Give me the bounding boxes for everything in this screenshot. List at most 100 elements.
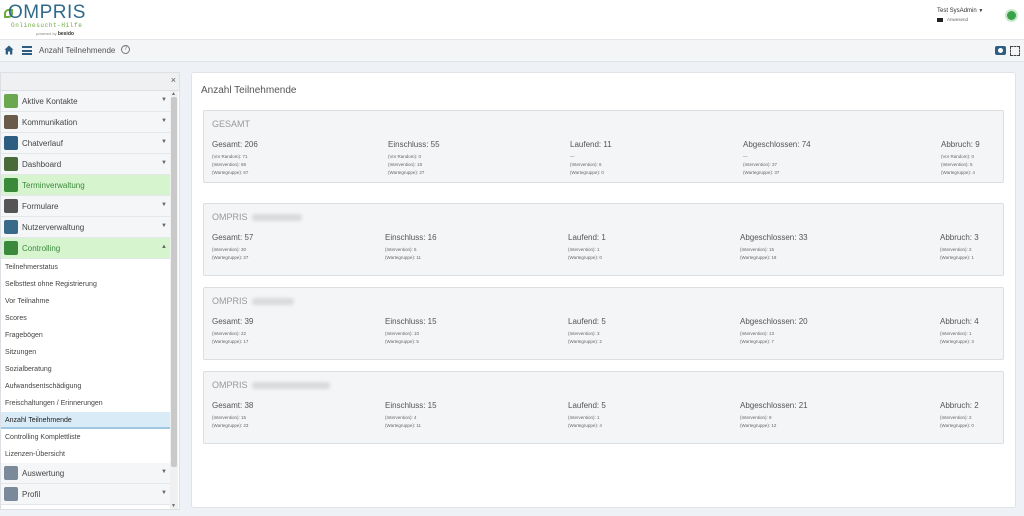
scrollbar-thumb[interactable] (171, 97, 177, 467)
stat-breakdown: (Wartegruppe): 0 (568, 255, 602, 260)
stat-breakdown: (Wartegruppe): 11 (385, 423, 422, 428)
sidebar-subitem[interactable]: Teilnehmerstatus (1, 259, 171, 276)
chevron-down-icon: ▼ (161, 118, 167, 124)
sidebar-item-nutzerverwaltung[interactable]: Nutzerverwaltung ▼ (1, 217, 171, 238)
stat-breakdown: (Intervention): 4 (385, 415, 417, 420)
toolbar: Anzahl Teilnehmende ? (0, 40, 1024, 62)
stat-total: Abbruch: 3 (940, 233, 979, 242)
stat-breakdown: (Intervention): 15 (740, 247, 775, 252)
sidebar-item-label: Terminverwaltung (22, 181, 85, 190)
sidebar-subitem[interactable]: Controlling Komplettliste (1, 429, 171, 446)
stat-column: Abgeschlossen: 20 (Intervention): 13 (Wart… (740, 317, 808, 346)
stat-breakdown: (Intervention): 3 (568, 331, 600, 336)
sidebar-item-aktive-kontakte[interactable]: Aktive Kontakte ▼ (1, 91, 171, 112)
fullscreen-icon[interactable] (1010, 46, 1020, 56)
stat-column: Laufend: 1 (Intervention): 1 (Wartegruppe)… (568, 233, 606, 262)
brand-text: besido (57, 31, 74, 37)
help-icon[interactable]: ? (121, 45, 130, 54)
card-title: GESAMT (212, 119, 250, 129)
breadcrumb: Anzahl Teilnehmende (39, 46, 116, 55)
sidebar-item-chatverlauf[interactable]: Chatverlauf ▼ (1, 133, 171, 154)
user-name[interactable]: Test SysAdmin ▼ (937, 8, 997, 14)
sidebar-item-terminverwaltung[interactable]: Terminverwaltung (1, 175, 171, 196)
stat-breakdown: (Intervention): 15 (212, 415, 247, 420)
stat-breakdown: (Intervention): 68 (212, 162, 247, 167)
card-title-text: GESAMT (212, 119, 251, 129)
sidebar-subitem[interactable]: Fragebögen (1, 327, 171, 344)
stat-column: Abbruch: 4 (Intervention): 1 (Wartegruppe)… (940, 317, 979, 346)
redacted-location (251, 382, 330, 390)
stat-column: Abbruch: 9 (Vor Random): 0 (Intervention):… (941, 140, 980, 177)
home-icon[interactable] (4, 45, 14, 55)
profile-icon (4, 487, 18, 501)
stat-total: Einschluss: 15 (385, 401, 437, 410)
sidebar-subitem[interactable]: Sitzungen (1, 344, 171, 361)
sidebar-subitem[interactable]: Anzahl Teilnehmende (1, 412, 171, 429)
chevron-down-icon: ▼ (161, 160, 167, 166)
stat-total: Einschluss: 55 (388, 140, 440, 149)
redacted-location (251, 214, 302, 222)
sidebar-subitem[interactable]: Scores (1, 310, 171, 327)
chart-icon (4, 241, 18, 255)
sidebar-subitem[interactable]: Selbsttest ohne Registrierung (1, 276, 171, 293)
stat-breakdown: (Intervention): 1 (568, 415, 600, 420)
camera-icon[interactable] (995, 46, 1006, 55)
sidebar-scrollbar[interactable]: ▲ ▼ (170, 91, 178, 509)
stat-breakdown: (Intervention): 1 (940, 331, 972, 336)
sidebar-subitem[interactable]: Lizenzen-Übersicht (1, 446, 171, 463)
sidebar-subitem[interactable]: Vor Teilnahme (1, 293, 171, 310)
scroll-down-icon[interactable]: ▼ (171, 503, 176, 509)
sidebar-item-label: Nutzerverwaltung (22, 223, 85, 232)
sidebar-item-label: Formulare (22, 202, 59, 211)
sidebar-subitem[interactable]: Freischaltungen / Erinnerungen (1, 395, 171, 412)
stat-breakdown: (Intervention): 37 (743, 162, 778, 167)
stat-breakdown: (Intervention): 5 (385, 247, 417, 252)
user-menu[interactable]: Test SysAdmin ▼ Anwesend (937, 8, 997, 22)
online-indicator-icon (1007, 11, 1016, 20)
stat-breakdown: (Wartegruppe): 23 (212, 423, 249, 428)
sidebar-item-formulare[interactable]: Formulare ▼ (1, 196, 171, 217)
stat-breakdown: (Vor Random): 71 (212, 154, 248, 159)
chevron-down-icon: ▼ (161, 97, 167, 103)
stat-breakdown: (Wartegruppe): 1 (940, 255, 974, 260)
stat-column: Laufend: 5 (Intervention): 3 (Wartegruppe)… (568, 317, 606, 346)
stat-column: Laufend: 5 (Intervention): 1 (Wartegruppe)… (568, 401, 606, 430)
stat-breakdown: (Intervention): 2 (940, 415, 972, 420)
chevron-down-icon: ▼ (161, 469, 167, 475)
stat-total: Gesamt: 57 (212, 233, 254, 242)
user-status: Anwesend (937, 17, 997, 22)
sidebar-subitem[interactable]: Sozialberatung (1, 361, 171, 378)
stat-breakdown: (Intervention): 9 (740, 415, 772, 420)
close-icon[interactable]: × (171, 75, 176, 85)
magnifier-icon (4, 94, 18, 108)
stat-total: Laufend: 1 (568, 233, 606, 242)
sidebar-item-label: Controlling (22, 244, 61, 253)
stat-breakdown: (Wartegruppe): 37 (743, 170, 780, 175)
stat-total: Gesamt: 39 (212, 317, 254, 326)
stat-total: Abgeschlossen: 74 (743, 140, 811, 149)
app-header: OMPRIS Onlinesucht-Hilfe powered by besi… (0, 0, 1024, 40)
chevron-up-icon: ▲ (161, 244, 167, 250)
stat-breakdown: (Wartegruppe): 27 (212, 255, 249, 260)
stat-breakdown: (Intervention): 6 (570, 162, 602, 167)
stats-card: OMPRIS Gesamt: 57 (Intervention): 30 (Warte… (203, 203, 1004, 276)
sidebar-item-auswertung[interactable]: Auswertung ▼ (1, 463, 171, 484)
sidebar-item-dashboard[interactable]: Dashboard ▼ (1, 154, 171, 175)
stat-breakdown: (Wartegruppe): 2 (568, 339, 602, 344)
stat-total: Gesamt: 206 (212, 140, 258, 149)
form-icon (4, 199, 18, 213)
ompris-logo[interactable]: OMPRIS Onlinesucht-Hilfe powered by besi… (4, 2, 85, 38)
stat-breakdown: (Intervention): 30 (212, 247, 247, 252)
sidebar-item-kommunikation[interactable]: Kommunikation ▼ (1, 112, 171, 133)
clipboard-icon (4, 466, 18, 480)
sidebar-item-profil[interactable]: Profil ▼ (1, 484, 171, 505)
sidebar-item-controlling[interactable]: Controlling ▲ (1, 238, 171, 259)
stat-breakdown: (Intervention): 13 (740, 331, 775, 336)
hamburger-menu-icon[interactable] (22, 46, 32, 55)
stat-column: Laufend: 11 — (Intervention): 6 (Wartegrupp… (570, 140, 612, 177)
stat-total: Abgeschlossen: 21 (740, 401, 808, 410)
sidebar-subitem[interactable]: Aufwandsentschädigung (1, 378, 171, 395)
card-title-text: OMPRIS (212, 380, 248, 390)
stat-breakdown: (Wartegruppe): 0 (570, 170, 604, 175)
people-icon (4, 115, 18, 129)
